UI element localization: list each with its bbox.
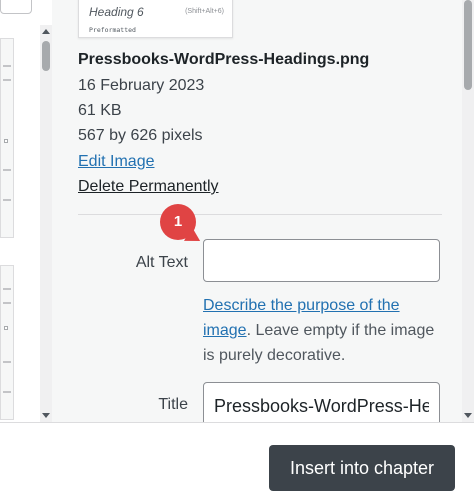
details-scrollbar[interactable]	[462, 0, 474, 422]
media-grid-scrollbar[interactable]	[40, 25, 52, 422]
attachment-thumbnail[interactable]	[0, 38, 14, 238]
scrollbar-thumb[interactable]	[464, 0, 472, 90]
preview-heading-text: Heading 6	[89, 5, 144, 19]
media-grid-column	[0, 0, 40, 422]
media-modal-toolbar: Insert into chapter	[0, 422, 474, 504]
section-divider	[78, 214, 442, 215]
attachment-file-size: 61 KB	[78, 102, 122, 119]
alt-text-input[interactable]	[203, 239, 440, 282]
scrollbar-thumb[interactable]	[42, 41, 50, 71]
alt-text-help: Describe the purpose of the image. Leave…	[203, 293, 448, 368]
top-control-stub[interactable]	[0, 0, 32, 14]
attachment-preview-image: Heading 6 (Shift+Alt+6) Preformatted	[78, 0, 233, 38]
alt-text-label: Alt Text	[135, 254, 188, 271]
scroll-up-arrow-icon[interactable]	[42, 29, 50, 34]
scroll-down-arrow-icon[interactable]	[464, 413, 472, 418]
delete-permanently-link[interactable]: Delete Permanently	[78, 178, 219, 196]
attachment-date: 16 February 2023	[78, 77, 205, 94]
callout-badge: 1	[160, 204, 205, 248]
attachment-details-panel: Heading 6 (Shift+Alt+6) Preformatted Pre…	[52, 0, 462, 422]
preview-format-text: Preformatted	[89, 26, 136, 34]
attachment-thumbnail[interactable]	[0, 265, 14, 420]
insert-into-chapter-button[interactable]: Insert into chapter	[269, 445, 455, 491]
edit-image-link[interactable]: Edit Image	[78, 153, 154, 171]
attachment-dimensions: 567 by 626 pixels	[78, 127, 203, 144]
title-input[interactable]	[203, 382, 440, 422]
title-label: Title	[158, 396, 188, 413]
callout-number: 1	[160, 204, 196, 240]
attachment-filename: Pressbooks-WordPress-Headings.png	[78, 51, 370, 68]
preview-shortcut-text: (Shift+Alt+6)	[185, 8, 224, 15]
scroll-down-arrow-icon[interactable]	[42, 413, 50, 418]
